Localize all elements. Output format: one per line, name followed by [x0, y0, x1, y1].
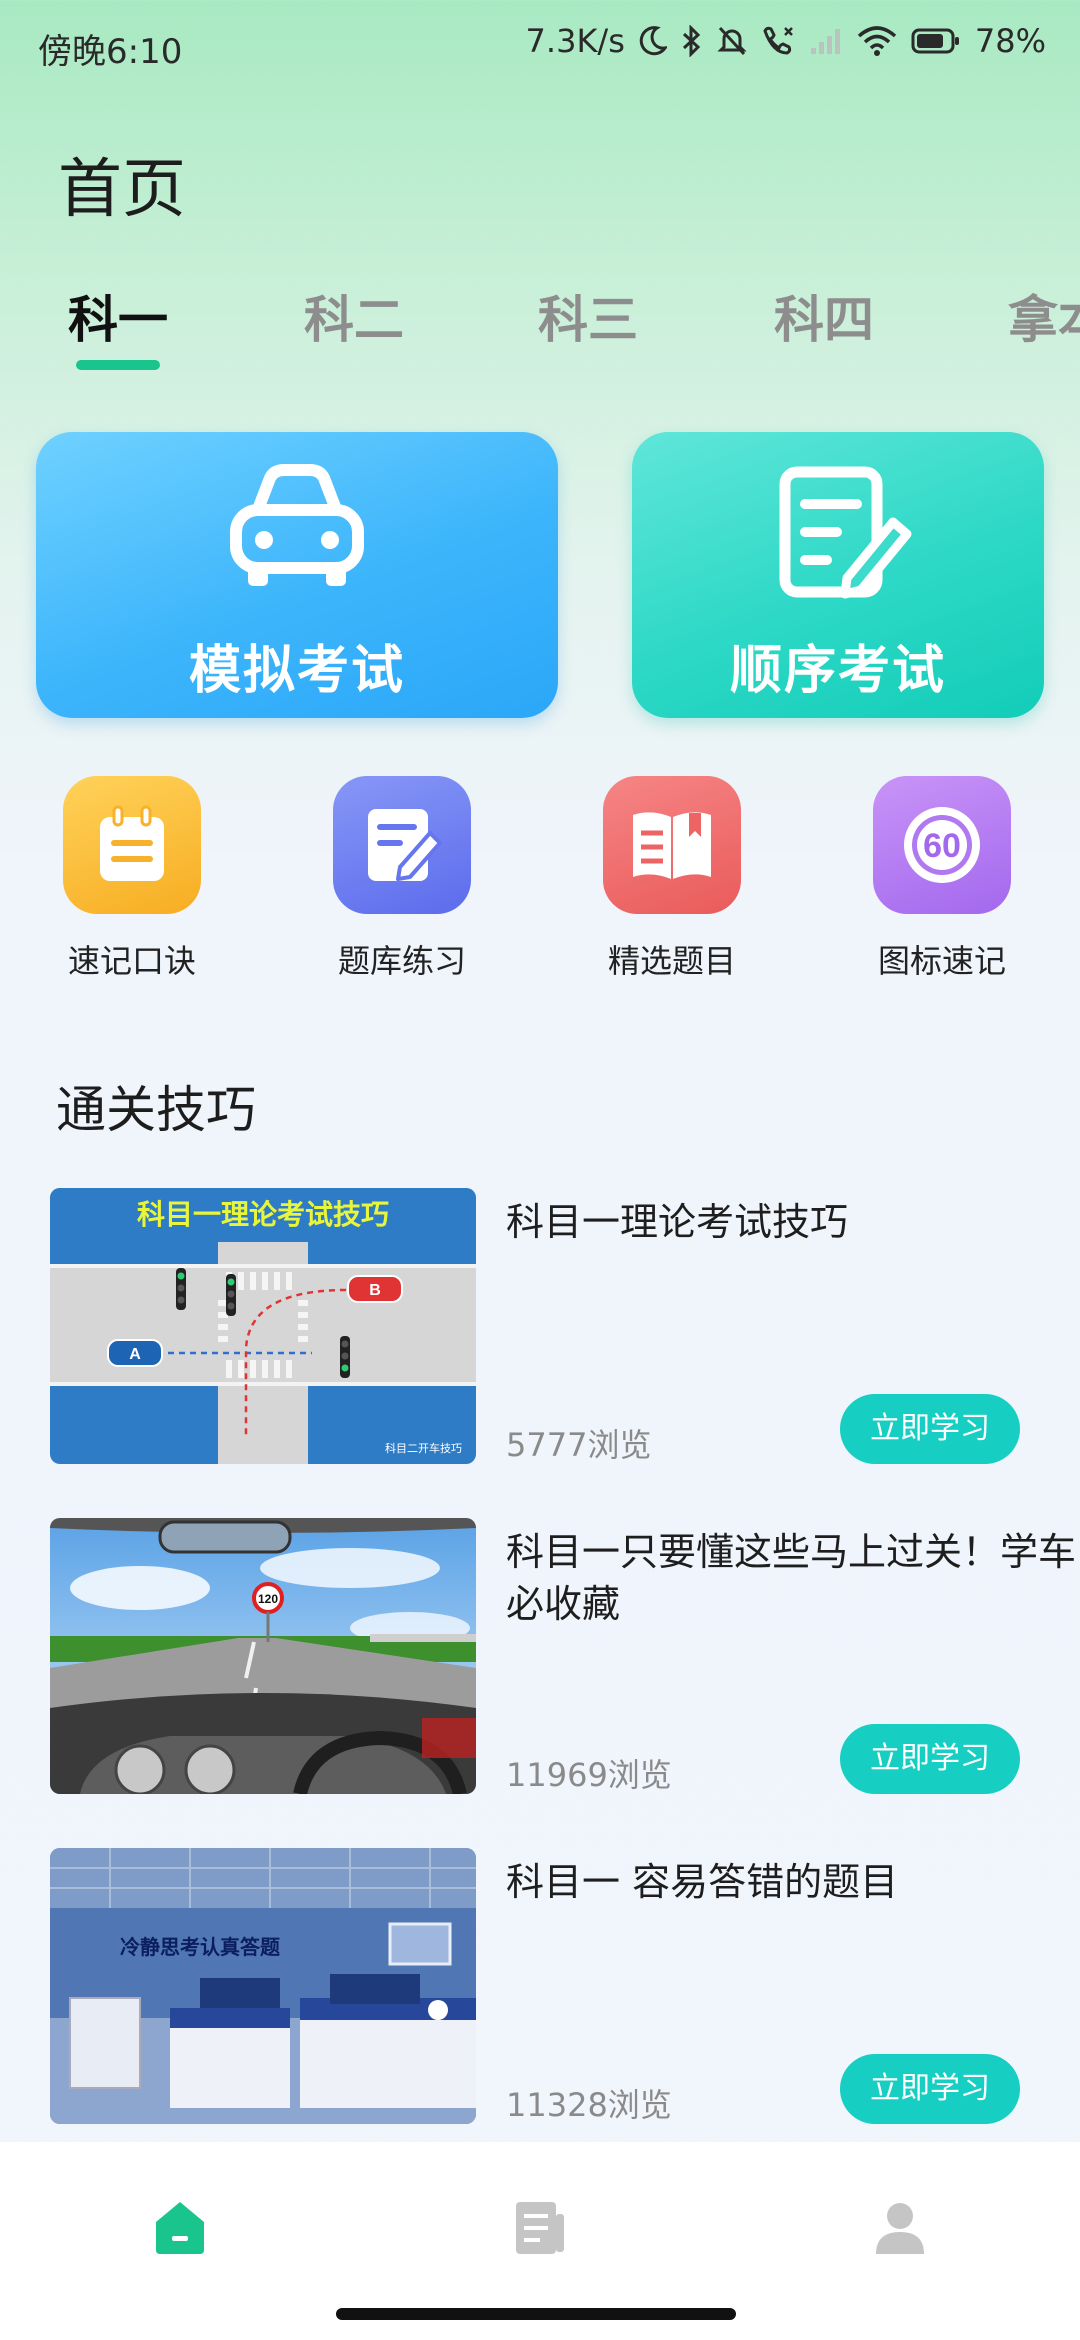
open-book-icon	[603, 776, 741, 914]
car-icon	[222, 460, 372, 594]
speed-limit-text: 60	[923, 827, 961, 865]
moon-icon	[639, 26, 667, 56]
tab-subject-3[interactable]: 科三	[538, 280, 638, 352]
svg-text:A: A	[129, 1346, 141, 1363]
subject-tabs: 科一 科二 科三 科四 拿本	[0, 280, 1080, 380]
mock-exam-label: 模拟考试	[188, 641, 405, 701]
article-item[interactable]: 冷静思考认真答题 科目一 容易答错的题目 11328浏览 立即学习	[50, 1848, 1040, 2124]
speed-limit-60-icon: 60	[873, 776, 1011, 914]
study-now-button[interactable]: 立即学习	[840, 2054, 1020, 2124]
article-views: 11328浏览	[506, 2086, 672, 2124]
tab-subject-4[interactable]: 科四	[774, 280, 874, 352]
home-indicator-bar[interactable]	[336, 2308, 736, 2320]
study-now-button[interactable]: 立即学习	[840, 1394, 1020, 1464]
article-views: 11969浏览	[506, 1756, 672, 1794]
article-thumbnail: A B 科目一理论考试技巧 科目二开车技巧	[50, 1188, 476, 1464]
thumbnail-banner: 冷静思考认真答题	[120, 1935, 281, 1959]
document-icon	[510, 2198, 570, 2262]
wifi-icon	[857, 26, 897, 56]
article-thumbnail: 冷静思考认真答题	[50, 1848, 476, 2124]
speed-sign-text: 120	[258, 1592, 278, 1606]
article-title[interactable]: 科目一 容易答错的题目	[506, 1856, 1080, 1908]
study-now-button[interactable]: 立即学习	[840, 1724, 1020, 1794]
tab-active-indicator	[76, 360, 160, 370]
status-bar: 傍晚6:10 7.3K/s 78%	[0, 0, 1080, 92]
order-exam-card[interactable]: 顺序考试	[632, 432, 1044, 718]
shortcut-mnemonics[interactable]: 速记口诀	[32, 776, 232, 996]
article-views: 5777浏览	[506, 1426, 652, 1464]
article-item[interactable]: A B 科目一理论考试技巧 科目二开车技巧 科目一理论考试技巧 5777浏览 立…	[50, 1188, 1040, 1464]
page-title: 首页	[58, 153, 186, 227]
battery-icon	[911, 27, 961, 55]
thumbnail-watermark: 科目二开车技巧	[385, 1441, 462, 1455]
pen-document-icon	[333, 776, 471, 914]
tab-subject-2[interactable]: 科二	[304, 280, 404, 352]
shortcut-mnemonics-label: 速记口诀	[67, 942, 196, 980]
net-speed: 7.3K/s	[525, 22, 625, 60]
shortcut-sign-memory[interactable]: 60 图标速记	[842, 776, 1042, 996]
nav-profile[interactable]	[860, 2190, 940, 2270]
mock-exam-card[interactable]: 模拟考试	[36, 432, 558, 718]
battery-percent: 78%	[974, 22, 1046, 60]
bluetooth-icon	[681, 25, 703, 57]
status-icons: 7.3K/s 78%	[526, 22, 1046, 60]
edit-document-icon	[763, 460, 913, 614]
shortcut-sign-memory-label: 图标速记	[877, 942, 1006, 980]
nav-home[interactable]	[140, 2190, 220, 2270]
nav-articles[interactable]	[500, 2190, 580, 2270]
signal-icon	[809, 26, 843, 56]
svg-text:B: B	[369, 1282, 381, 1299]
order-exam-label: 顺序考试	[729, 641, 946, 701]
tab-license[interactable]: 拿本	[1008, 280, 1080, 352]
notepad-icon	[63, 776, 201, 914]
shortcut-question-bank-label: 题库练习	[337, 942, 466, 980]
article-title[interactable]: 科目一理论考试技巧	[506, 1196, 1080, 1248]
thumbnail-heading: 科目一理论考试技巧	[137, 1198, 389, 1231]
tab-subject-1[interactable]: 科一	[68, 280, 168, 352]
section-title: 通关技巧	[56, 1081, 256, 1139]
status-time: 傍晚6:10	[38, 32, 183, 72]
mute-bell-icon	[717, 25, 747, 57]
home-icon	[150, 2198, 210, 2262]
shortcut-question-bank[interactable]: 题库练习	[302, 776, 502, 996]
article-item[interactable]: 120 科目一只要懂这些马上过关！学车必收藏 11969浏览 立即学习	[50, 1518, 1076, 1794]
article-title[interactable]: 科目一只要懂这些马上过关！学车必收藏	[506, 1526, 1080, 1630]
shortcut-selected-questions-label: 精选题目	[607, 942, 736, 980]
call-icon	[761, 25, 795, 57]
user-icon	[870, 2198, 930, 2262]
shortcut-selected-questions[interactable]: 精选题目	[572, 776, 772, 996]
article-thumbnail: 120	[50, 1518, 476, 1794]
